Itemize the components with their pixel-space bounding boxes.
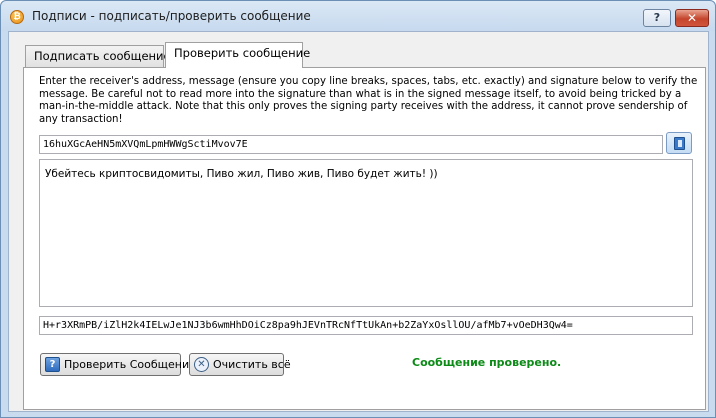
address-field[interactable]: 16huXGcAeHN5mXVQmLpmHWWgSctiMvov7E (39, 135, 663, 154)
verify-message-button[interactable]: ? Проверить Сообщение (40, 353, 196, 376)
clear-all-button-label: Очистить всё (213, 358, 291, 371)
tab-verify-message[interactable]: Проверить сообщение (165, 42, 310, 68)
verify-message-button-label: Проверить Сообщение (64, 358, 196, 371)
verification-status: Сообщение проверено. (412, 356, 562, 369)
window-title: Подписи - подписать/проверить сообщение (32, 9, 311, 23)
bitcoin-icon: ₿ (10, 10, 24, 24)
tab-verify-message-label: Проверить сообщение (174, 46, 311, 60)
verify-message-panel: Enter the receiver's address, message (e… (23, 67, 706, 410)
tab-sign-message[interactable]: Подписать сообщение (25, 45, 171, 67)
address-book-icon (674, 137, 685, 150)
question-icon: ? (45, 357, 60, 372)
verify-message-window: ₿ Подписи - подписать/проверить сообщени… (0, 0, 716, 418)
help-button[interactable]: ? (643, 9, 671, 27)
clear-icon: ✕ (194, 357, 209, 372)
close-button[interactable]: ✕ (675, 9, 709, 27)
clear-all-button[interactable]: ✕ Очистить всё (189, 353, 291, 376)
title-bar[interactable]: ₿ Подписи - подписать/проверить сообщени… (1, 1, 715, 31)
verify-instructions: Enter the receiver's address, message (e… (39, 76, 698, 125)
tab-sign-message-label: Подписать сообщение (34, 49, 171, 63)
address-book-button[interactable] (666, 132, 692, 154)
signature-field[interactable]: H+r3XRmPB/iZlH2k4IELwJe1NJ3b6wmHhDOiCz8p… (39, 316, 693, 335)
dialog-body: Подписать сообщение Проверить сообщение … (8, 31, 709, 412)
message-field[interactable]: Убейтесь криптосвидомиты, Пиво жил, Пиво… (39, 159, 693, 307)
